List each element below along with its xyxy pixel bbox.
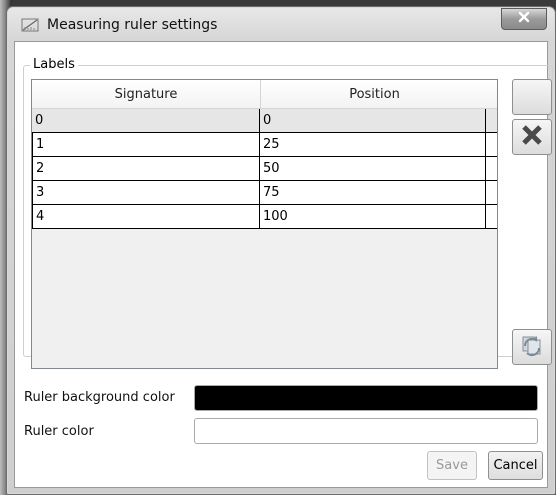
save-button[interactable]: Save — [427, 451, 477, 480]
ruler-background-color-picker[interactable] — [194, 385, 538, 411]
ruler-app-icon — [21, 17, 39, 33]
cancel-button[interactable]: Cancel — [488, 451, 543, 480]
column-header-position[interactable]: Position — [261, 80, 488, 108]
signature-cell[interactable]: 4 — [32, 205, 260, 228]
refresh-button[interactable] — [512, 329, 552, 365]
position-cell[interactable]: 50 — [260, 157, 486, 180]
position-cell[interactable]: 100 — [260, 205, 486, 228]
groupbox-title: Labels — [30, 57, 78, 72]
x-delete-icon — [520, 123, 544, 151]
position-cell[interactable]: 75 — [260, 181, 486, 204]
labels-groupbox: Labels Signature Position 0 0 1 25 2 50 … — [23, 57, 553, 369]
table-row[interactable]: 0 0 — [32, 109, 497, 133]
refresh-icon — [519, 332, 545, 362]
position-cell[interactable]: 0 — [260, 109, 486, 132]
ruler-background-label: Ruler background color — [24, 390, 175, 405]
delete-row-button[interactable] — [512, 119, 552, 155]
close-button[interactable] — [501, 8, 547, 30]
title-bar[interactable]: Measuring ruler settings — [7, 7, 555, 41]
window-title: Measuring ruler settings — [47, 17, 218, 33]
labels-table[interactable]: Signature Position 0 0 1 25 2 50 3 75 4 … — [31, 79, 498, 369]
column-header-signature[interactable]: Signature — [32, 80, 261, 108]
add-row-button[interactable] — [512, 79, 552, 115]
table-row[interactable]: 2 50 — [32, 157, 497, 181]
signature-cell[interactable]: 3 — [32, 181, 260, 204]
ruler-color-picker[interactable] — [194, 418, 538, 444]
table-row[interactable]: 4 100 — [32, 205, 497, 229]
signature-cell[interactable]: 2 — [32, 157, 260, 180]
position-cell[interactable]: 25 — [260, 133, 486, 156]
table-row[interactable]: 1 25 — [32, 133, 497, 157]
signature-cell[interactable]: 1 — [32, 133, 260, 156]
signature-cell[interactable]: 0 — [32, 109, 260, 132]
table-header: Signature Position — [32, 80, 497, 109]
ruler-color-label: Ruler color — [24, 424, 94, 439]
table-row[interactable]: 3 75 — [32, 181, 497, 205]
close-icon — [517, 11, 531, 27]
